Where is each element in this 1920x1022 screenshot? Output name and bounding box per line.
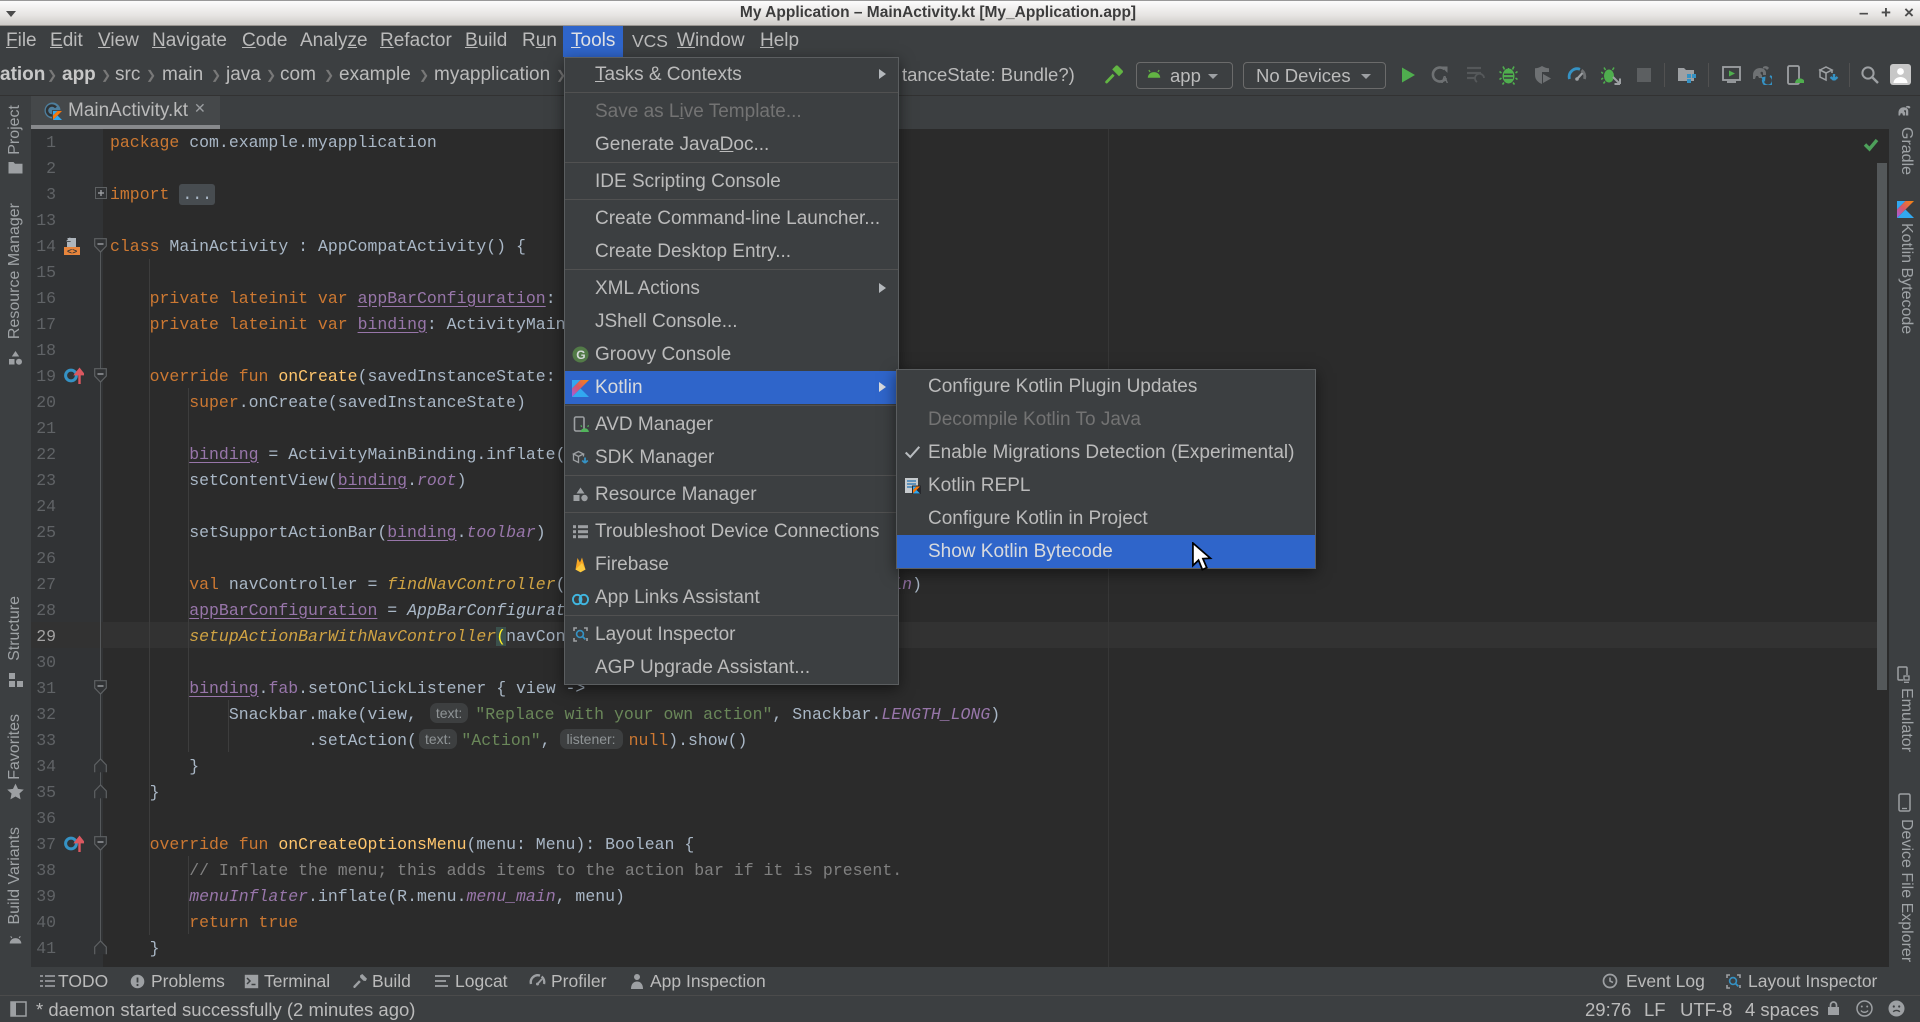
svg-text:A: A <box>1441 75 1448 85</box>
svg-text:<>: <> <box>67 247 77 256</box>
svg-text:G: G <box>576 348 585 362</box>
